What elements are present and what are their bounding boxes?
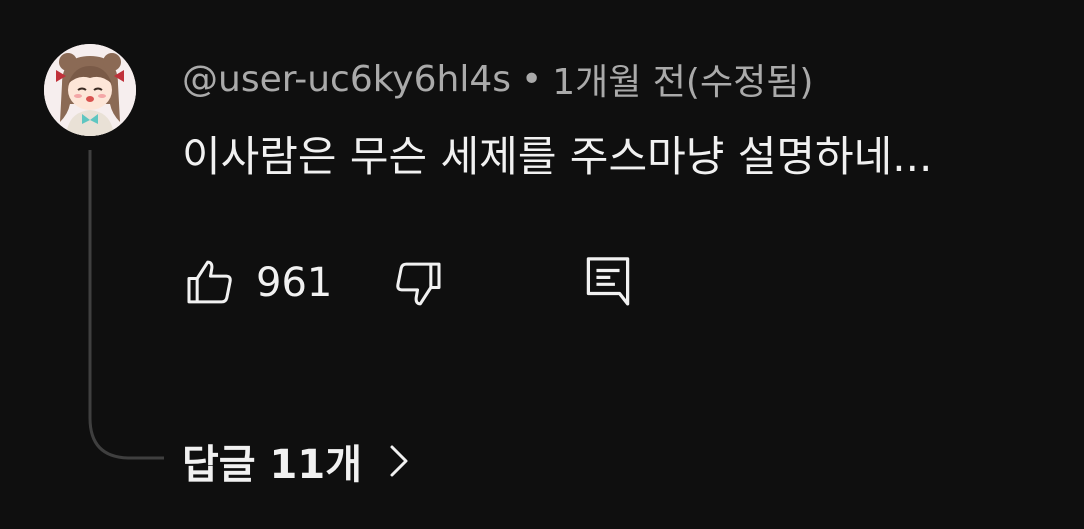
avatar-image [44,44,136,136]
comment-meta: @user-uc6ky6hl4s • 1개월 전(수정됨) [182,54,813,104]
like-button[interactable] [182,254,238,310]
replies-count-label: 답글 11개 [182,442,362,488]
view-replies-button[interactable]: 답글 11개 [182,434,412,488]
dislike-button[interactable] [390,256,446,312]
thumbs-up-icon [187,260,232,304]
comment-reply-icon [586,257,630,306]
reply-button[interactable] [580,252,636,312]
like-count: 961 [256,260,333,306]
comment-actions: 961 [182,252,662,312]
chevron-right-icon [390,445,408,477]
thread-line [88,150,164,460]
thumbs-down-icon [396,262,441,306]
comment-author[interactable]: @user-uc6ky6hl4s [182,59,511,100]
comment-text: 이사람은 무슨 세제를 주스마냥 설명하네... [182,132,933,181]
avatar[interactable] [44,44,136,136]
meta-separator: • [520,58,543,100]
comment-timestamp[interactable]: 1개월 전(수정됨) [552,53,813,105]
